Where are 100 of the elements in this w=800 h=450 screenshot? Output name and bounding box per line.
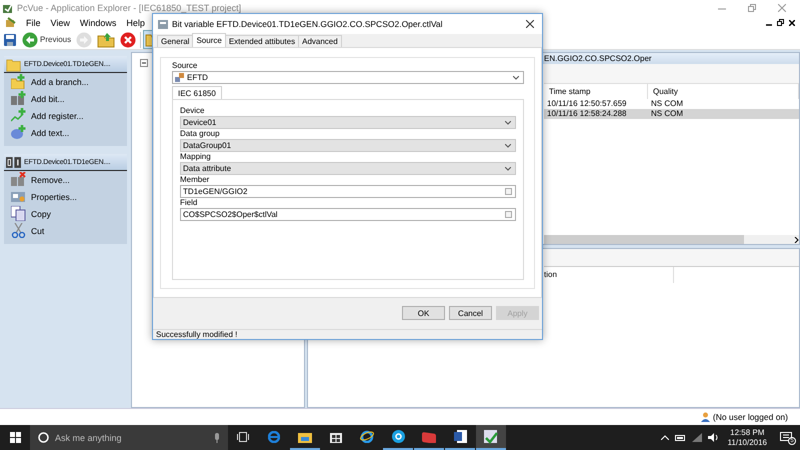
input-field[interactable]: TD1eGEN/GGIO2 — [180, 185, 516, 198]
browse-icon — [505, 188, 512, 196]
panel-action[interactable]: Add a branch... — [4, 73, 127, 90]
speaker-icon — [708, 433, 719, 442]
previous-button[interactable]: Previous — [20, 30, 74, 49]
folder-icon — [298, 430, 312, 442]
clock[interactable]: 12:58 PM 11/10/2016 — [724, 428, 770, 448]
column-header[interactable]: Quality — [648, 84, 799, 99]
folder-icon — [6, 56, 21, 72]
field-label: Source — [172, 61, 198, 72]
search-box[interactable]: Ask me anything — [30, 425, 228, 450]
tab[interactable]: Source — [192, 33, 226, 48]
scrollbar[interactable] — [544, 235, 799, 244]
browser-icon — [360, 430, 374, 443]
chat-icon — [392, 430, 404, 443]
input-field[interactable]: CO$SPCSO2$Oper$ctlVal — [180, 208, 516, 222]
chevron-down-icon — [505, 166, 511, 171]
tab[interactable]: Advanced — [298, 35, 342, 48]
field-label: Data group — [180, 129, 221, 140]
add-text-icon — [11, 125, 26, 140]
table-row[interactable]: 10/11/16 12:50:57.659 NS COM — [544, 99, 799, 109]
table-cell-text: 10/11/16 12:58:24.288 — [546, 109, 628, 119]
close-icon — [778, 4, 786, 12]
dropdown[interactable]: Device01 — [180, 116, 516, 130]
user-status: (No user logged on) — [712, 412, 788, 422]
table-cell-text: NS COM — [650, 99, 684, 109]
copy-icon — [11, 206, 26, 221]
table-cell-text: NS COM — [650, 109, 684, 119]
close-icon — [789, 20, 795, 26]
restore-icon — [748, 4, 756, 12]
panel-action[interactable]: Add register... — [4, 107, 127, 124]
table-row[interactable]: 10/11/16 12:58:24.288 NS COM — [544, 109, 799, 119]
toolbar-button[interactable] — [118, 30, 138, 49]
chevron-right-icon — [794, 236, 799, 242]
restore-icon — [777, 19, 784, 26]
windows-logo-icon — [10, 432, 20, 443]
field-label: Field — [180, 198, 198, 208]
user-icon — [700, 412, 710, 422]
menu-item[interactable]: File — [16, 18, 41, 28]
tab[interactable]: IEC 61850 — [172, 86, 222, 100]
cancel-button[interactable]: Cancel — [449, 306, 492, 320]
window-title: PcVue - Application Explorer - [IEC61850_TEST project] — [17, 2, 242, 12]
search-input[interactable]: Ask me anything — [53, 432, 210, 444]
field-label: Device — [180, 106, 206, 116]
add-bit-icon — [11, 91, 26, 106]
panel-action[interactable]: Copy — [4, 205, 127, 222]
menu-item[interactable]: Help — [116, 18, 145, 28]
panel-action[interactable]: Add bit... — [4, 90, 127, 107]
field-label: Member — [180, 175, 210, 186]
panel-action[interactable]: Cut — [4, 222, 127, 239]
close-icon — [526, 20, 534, 28]
panel-action[interactable]: Properties... — [4, 188, 127, 205]
tab[interactable]: General — [157, 35, 194, 48]
search-circle-icon — [38, 432, 49, 443]
toolbar-button[interactable] — [95, 30, 118, 49]
app-icon — [3, 2, 13, 12]
properties-icon — [11, 189, 26, 204]
bit-icon — [6, 154, 21, 170]
panel-action[interactable]: Add text... — [4, 124, 127, 141]
chevron-down-icon — [513, 76, 519, 80]
field-label: Mapping — [180, 152, 212, 162]
ok-button[interactable]: OK — [402, 306, 445, 320]
task-view-icon — [237, 432, 249, 442]
status-message: Successfully modified ! — [156, 330, 238, 339]
add-register-icon — [11, 108, 26, 123]
dropdown[interactable]: Data attribute — [180, 162, 516, 176]
column-header[interactable]: tion — [544, 267, 674, 283]
dialog-title: Bit variable EFTD.Device01.TD1eGEN.GGIO2.CO.SPCSO2.Oper.ctlVal — [172, 19, 444, 30]
remove-bit-icon — [11, 172, 26, 187]
shopping-bag-icon — [330, 430, 342, 443]
menu-item[interactable]: Windows — [70, 18, 116, 28]
chevron-down-icon — [505, 120, 511, 125]
folder-icon — [97, 32, 116, 48]
variable-icon — [158, 20, 168, 29]
browser-icon — [268, 430, 280, 442]
microphone-icon — [214, 432, 220, 442]
scissors-icon — [11, 223, 26, 238]
source-dropdown[interactable]: EFTD — [172, 71, 524, 84]
checkmark-icon — [484, 430, 498, 444]
pane-title: EN.GGIO2.CO.SPCSO2.Oper — [544, 54, 652, 63]
column-header[interactable]: Time stamp — [544, 84, 648, 99]
network-icon — [175, 73, 184, 82]
wifi-icon — [692, 433, 702, 442]
document-icon — [454, 430, 466, 443]
dropdown[interactable]: DataGroup01 — [180, 139, 516, 152]
browse-icon — [505, 211, 512, 218]
close-button[interactable] — [526, 20, 534, 28]
menu-item[interactable]: View — [40, 18, 70, 28]
chevron-down-icon — [505, 144, 511, 148]
taskbar-app[interactable] — [476, 425, 506, 450]
collapse-icon — [140, 59, 148, 67]
chevron-up-icon — [660, 435, 669, 440]
app-icon — [5, 17, 16, 28]
panel-action[interactable]: Remove... — [4, 171, 127, 188]
app-icon — [422, 430, 436, 442]
add-folder-icon — [11, 74, 26, 89]
table-cell-text: 10/11/16 12:50:57.659 — [546, 99, 628, 109]
battery-icon — [674, 434, 686, 440]
tab[interactable]: Extended attibutes — [224, 35, 300, 48]
notification-icon — [780, 432, 792, 443]
